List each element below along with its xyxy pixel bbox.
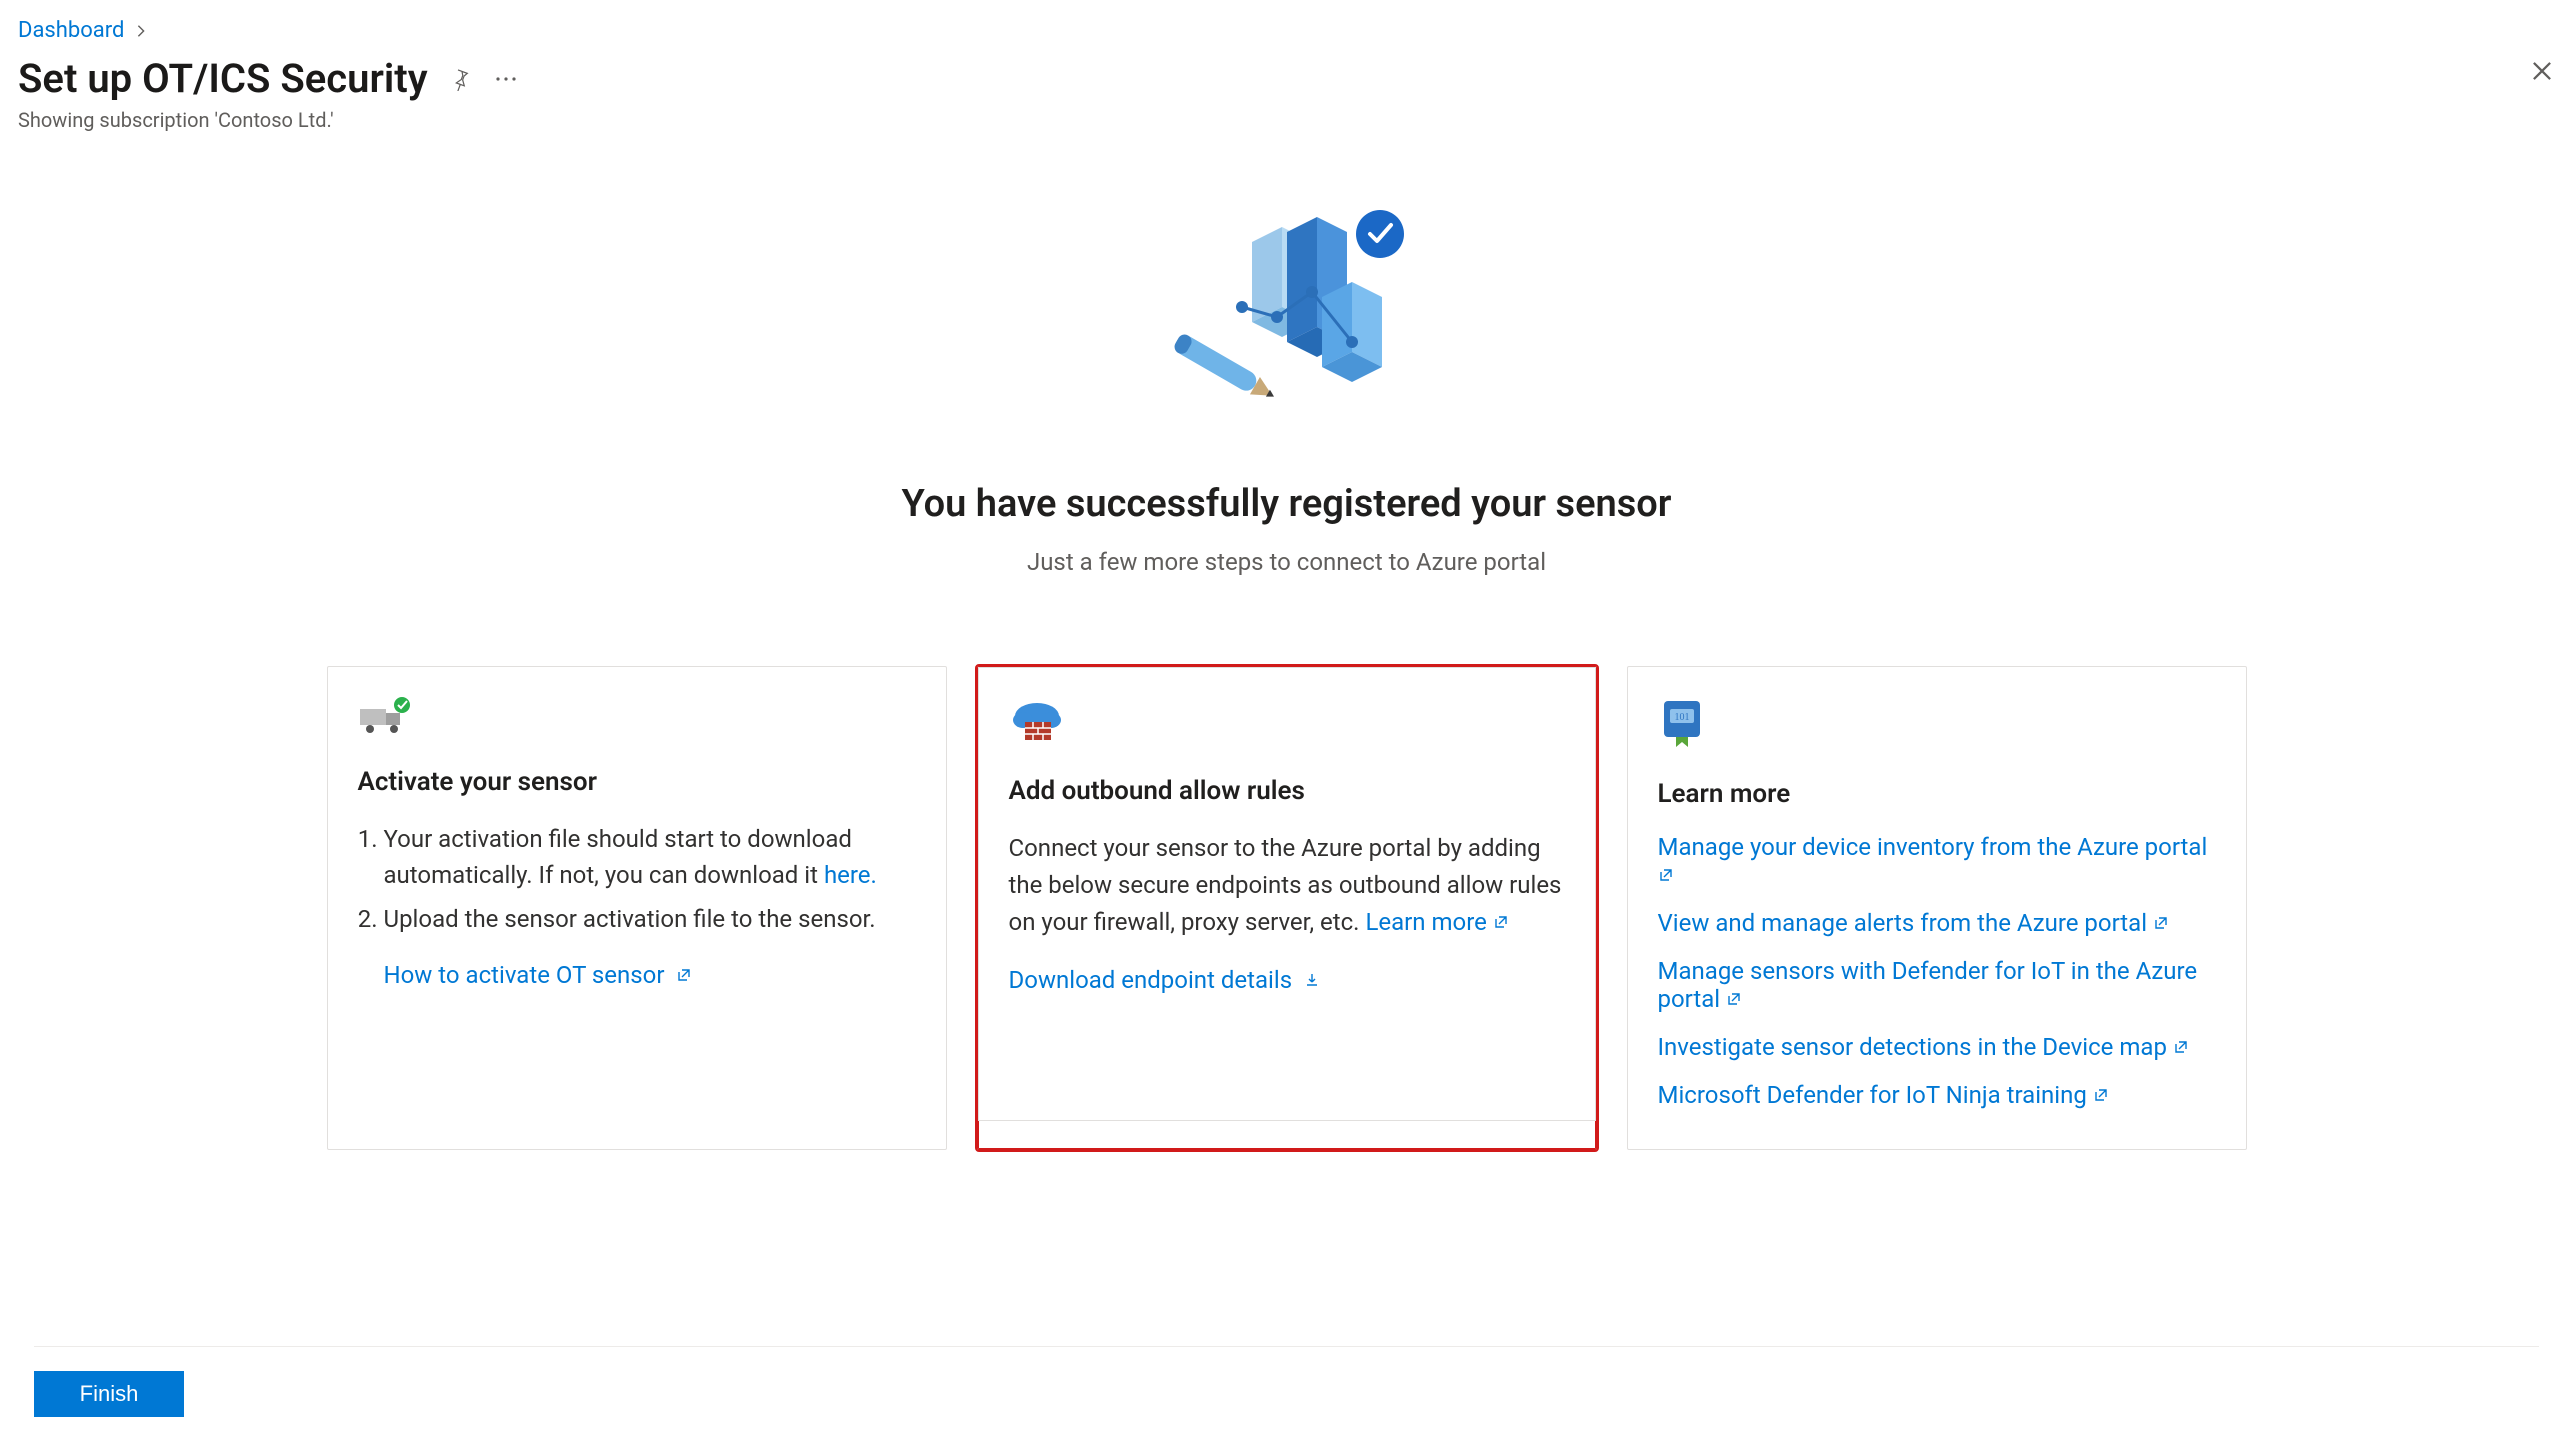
breadcrumb: Dashboard	[18, 18, 2555, 43]
card-learn-more: 101 Learn more Manage your device invent…	[1627, 666, 2247, 1150]
outbound-body: Connect your sensor to the Azure portal …	[1009, 830, 1565, 942]
external-link-icon	[1726, 985, 1742, 1013]
more-icon[interactable]	[492, 65, 520, 93]
learn-link-device-inventory[interactable]: Manage your device inventory from the Az…	[1658, 833, 2208, 889]
external-link-icon	[676, 961, 692, 989]
external-link-icon	[2173, 1033, 2189, 1061]
external-link-icon	[1658, 861, 1674, 889]
learn-link-ninja-training[interactable]: Microsoft Defender for IoT Ninja trainin…	[1658, 1081, 2109, 1109]
card-title: Learn more	[1658, 779, 2216, 809]
howto-activate-link[interactable]: How to activate OT sensor	[384, 961, 916, 989]
cloud-firewall-icon	[1009, 698, 1565, 746]
activate-step-2: Upload the sensor activation file to the…	[384, 901, 916, 937]
card-activate-sensor: Activate your sensor Your activation fil…	[327, 666, 947, 1150]
learn-more-link[interactable]: Learn more	[1365, 908, 1508, 936]
learn-more-list: Manage your device inventory from the Az…	[1658, 833, 2216, 1109]
download-here-link[interactable]: here.	[824, 861, 877, 889]
close-icon[interactable]	[2529, 58, 2555, 84]
truck-check-icon	[358, 697, 916, 737]
hero-title: You have successfully registered your se…	[902, 482, 1672, 526]
external-link-icon	[1493, 908, 1509, 936]
download-icon	[1304, 966, 1320, 994]
learn-link-device-map[interactable]: Investigate sensor detections in the Dev…	[1658, 1033, 2189, 1061]
book-badge-icon: 101	[1658, 697, 2216, 749]
learn-link-manage-sensors[interactable]: Manage sensors with Defender for IoT in …	[1658, 957, 2198, 1013]
external-link-icon	[2153, 909, 2169, 937]
chevron-right-icon	[134, 24, 148, 38]
footer-separator	[34, 1346, 2539, 1347]
card-title: Add outbound allow rules	[1009, 776, 1565, 806]
external-link-icon	[2093, 1081, 2109, 1109]
card-outbound-rules: Add outbound allow rules Connect your se…	[977, 666, 1597, 1150]
card-title: Activate your sensor	[358, 767, 916, 797]
page-title: Set up OT/ICS Security	[18, 55, 428, 102]
finish-button[interactable]: Finish	[34, 1371, 184, 1417]
pin-icon[interactable]	[446, 65, 474, 93]
page-subtitle: Showing subscription 'Contoso Ltd.'	[18, 108, 2555, 132]
download-endpoint-link[interactable]: Download endpoint details	[1009, 966, 1565, 994]
svg-text:101: 101	[1674, 712, 1689, 723]
hero-subtitle: Just a few more steps to connect to Azur…	[1027, 548, 1546, 576]
breadcrumb-link-dashboard[interactable]: Dashboard	[18, 18, 124, 43]
learn-link-alerts[interactable]: View and manage alerts from the Azure po…	[1658, 909, 2170, 937]
activate-step-1: Your activation file should start to dow…	[384, 821, 916, 893]
success-illustration	[1152, 172, 1422, 422]
